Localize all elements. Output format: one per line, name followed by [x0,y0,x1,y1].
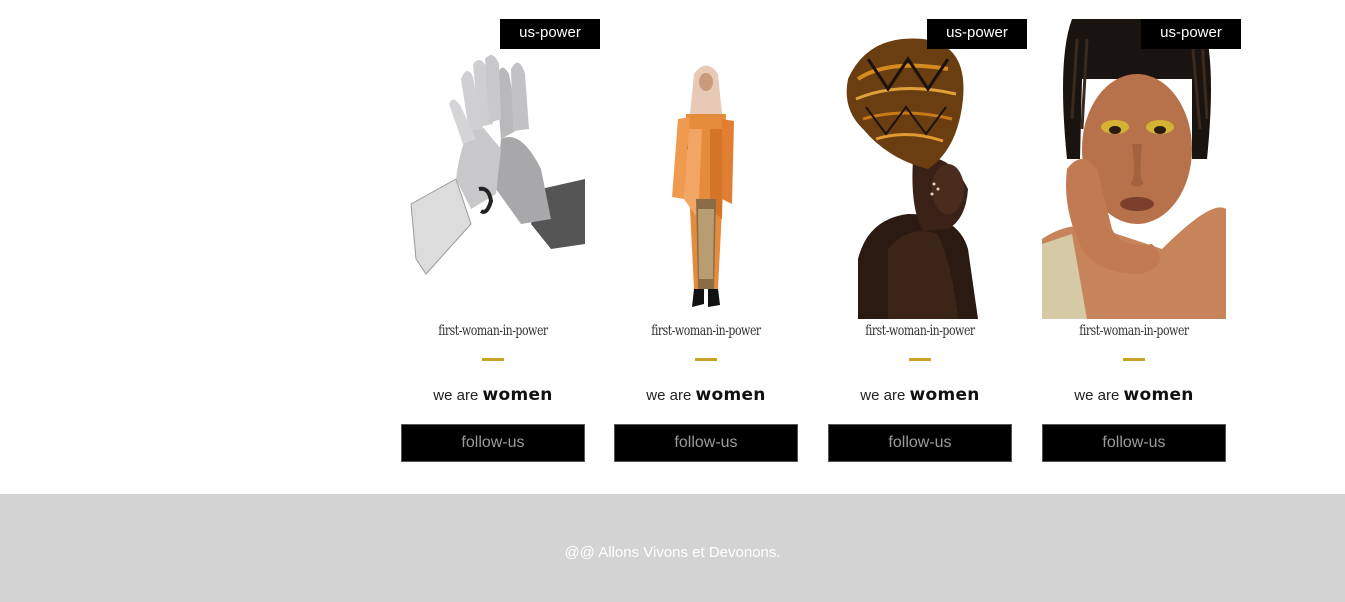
tagline-prefix: we are [646,387,692,404]
footer-copyright: @@ Allons Vivons et Devonons. [564,544,781,561]
tagline-prefix: we are [1074,387,1120,404]
card-tagline: we are women [828,384,1012,407]
card-tagline: we are women [1042,384,1226,407]
category-badge: us-power [500,19,600,49]
accent-divider [909,358,931,361]
card-title: first-woman-in-power [1079,323,1189,339]
category-badge: us-power [1141,19,1241,49]
tagline-strong: women [695,385,766,405]
tagline-strong: women [909,385,980,405]
follow-us-button[interactable]: follow-us [828,424,1012,462]
tagline-strong: women [1123,385,1194,405]
card-title: first-woman-in-power [865,323,975,339]
page-footer: @@ Allons Vivons et Devonons. [0,494,1345,602]
accent-divider [695,358,717,361]
woman-in-hijab-photo [614,19,798,319]
accent-divider [482,358,504,361]
product-card: us-power first-woman-in-power we are wom… [1042,0,1241,480]
category-badge: us-power [927,19,1027,49]
high-five-hands-photo [401,19,585,319]
follow-us-button[interactable]: follow-us [614,424,798,462]
product-card: first-woman-in-power we are women follow… [614,0,798,480]
product-card: us-power first-woman-in-power we are wom… [828,0,1027,480]
tagline-prefix: we are [860,387,906,404]
card-tagline: we are women [401,384,585,407]
card-tagline: we are women [614,384,798,407]
follow-us-button[interactable]: follow-us [1042,424,1226,462]
tagline-strong: women [482,385,553,405]
product-card: us-power first-woman-in-power we are wom… [401,0,600,480]
woman-portrait-photo [1042,19,1226,319]
card-title: first-woman-in-power [438,323,548,339]
woman-in-headwrap-photo [828,19,1012,319]
accent-divider [1123,358,1145,361]
tagline-prefix: we are [433,387,479,404]
card-title: first-woman-in-power [651,323,761,339]
follow-us-button[interactable]: follow-us [401,424,585,462]
